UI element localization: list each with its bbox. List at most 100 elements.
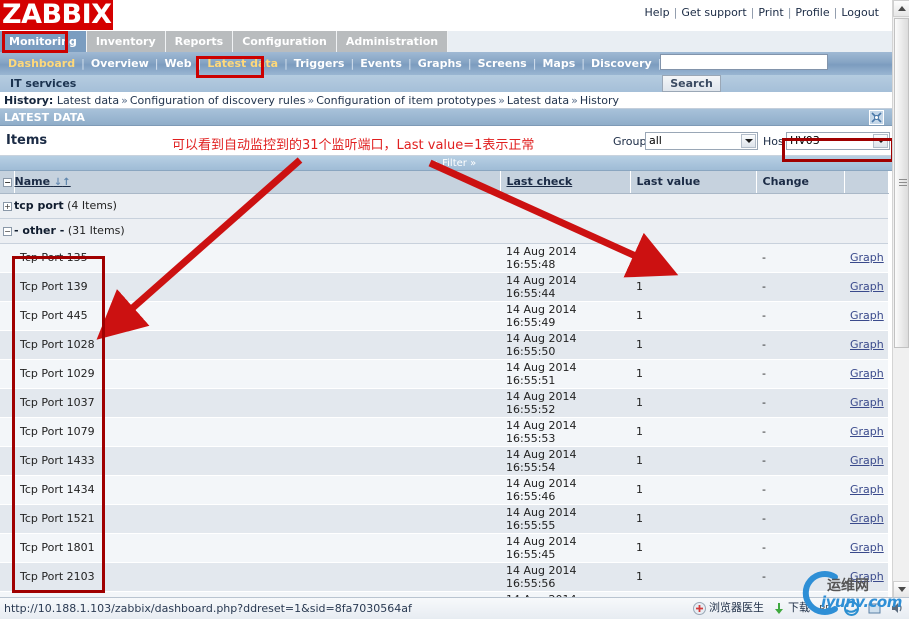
menu-tab-monitoring[interactable]: Monitoring — [0, 31, 87, 53]
row-graph-link[interactable]: Graph — [844, 330, 888, 360]
menu-tab-inventory[interactable]: Inventory — [86, 31, 166, 53]
graph-link-label: Graph — [850, 280, 884, 293]
table-row[interactable]: Tcp Port 1434 14 Aug 2014 16:55:46 1- Graph — [0, 475, 888, 505]
collapse-icon[interactable]: − — [3, 226, 12, 236]
row-graph-link[interactable]: Graph — [844, 475, 888, 505]
row-graph-link[interactable]: Graph — [844, 504, 888, 534]
submenu-item-web[interactable]: Web — [159, 57, 198, 70]
it-services-row[interactable]: IT services — [0, 75, 909, 92]
group-toggle-cell[interactable]: − — [0, 218, 14, 244]
submenu-item-maps[interactable]: Maps — [536, 57, 581, 70]
tray-item-pp[interactable]: PP — [819, 603, 835, 614]
submenu-item-events[interactable]: Events — [354, 57, 408, 70]
row-item-name[interactable]: Tcp Port 1079 — [14, 417, 500, 447]
table-row[interactable]: Tcp Port 1801 14 Aug 2014 16:55:45 1- Graph — [0, 533, 888, 563]
tray-item-browser-doctor[interactable]: 浏览器医生 — [693, 598, 764, 619]
breadcrumb-item-0[interactable]: Latest data — [57, 94, 119, 107]
submenu-item-screens[interactable]: Screens — [472, 57, 533, 70]
graph-link-label: Graph — [850, 251, 884, 264]
expand-icon[interactable]: + — [3, 201, 12, 211]
tray-item-window[interactable] — [868, 602, 882, 615]
row-item-name[interactable]: Tcp Port 1801 — [14, 533, 500, 563]
tray-item-internet-explorer[interactable] — [844, 600, 859, 616]
group-select[interactable]: all — [645, 132, 758, 150]
logout-link[interactable]: Logout — [839, 6, 881, 19]
filter-toggle[interactable]: » Filter » — [0, 156, 909, 171]
row-graph-link[interactable]: Graph — [844, 446, 888, 476]
row-item-name[interactable]: Tcp Port 2103 — [14, 562, 500, 592]
row-last-check: 14 Aug 2014 16:55:55 — [500, 504, 630, 534]
breadcrumb-item-1[interactable]: Configuration of discovery rules — [130, 94, 306, 107]
row-checkbox-cell — [0, 417, 14, 447]
search-button[interactable]: Search — [662, 75, 721, 92]
submenu-item-latest-data[interactable]: Latest data — [201, 57, 284, 70]
row-last-check: 14 Aug 2014 16:55:44 — [500, 272, 630, 302]
help-link[interactable]: Help — [643, 6, 672, 19]
table-group-row-tcp-port[interactable]: + tcp port (4 Items) — [0, 193, 888, 219]
row-item-name[interactable]: Tcp Port 1029 — [14, 359, 500, 389]
table-row[interactable]: Tcp Port 1433 14 Aug 2014 16:55:54 1- Graph — [0, 446, 888, 476]
row-graph-link[interactable]: Graph — [844, 301, 888, 331]
tray-item-download[interactable]: 下载 — [773, 598, 810, 619]
scroll-up-arrow-icon[interactable] — [893, 0, 909, 17]
row-graph-link[interactable]: Graph — [844, 243, 888, 273]
table-row[interactable]: Tcp Port 1029 14 Aug 2014 16:55:51 1- Graph — [0, 359, 888, 389]
table-row[interactable]: Tcp Port 1521 14 Aug 2014 16:55:55 1- Graph — [0, 504, 888, 534]
row-item-name[interactable]: Tcp Port 1037 — [14, 388, 500, 418]
row-graph-link[interactable]: Graph — [844, 533, 888, 563]
table-row[interactable]: Tcp Port 139 14 Aug 2014 16:55:44 1- Graph — [0, 272, 888, 302]
submenu-item-graphs[interactable]: Graphs — [412, 57, 468, 70]
sort-arrow-icon[interactable]: ↓↑ — [54, 177, 71, 188]
row-graph-link[interactable]: Graph — [844, 272, 888, 302]
fullscreen-icon[interactable] — [869, 110, 884, 125]
breadcrumb-chevron: » — [498, 94, 505, 107]
table-row[interactable]: Tcp Port 445 14 Aug 2014 16:55:49 1- Graph — [0, 301, 888, 331]
row-item-name[interactable]: Tcp Port 1521 — [14, 504, 500, 534]
row-item-name[interactable]: Tcp Port 1434 — [14, 475, 500, 505]
expand-all-header[interactable]: − — [0, 171, 15, 194]
menu-tab-configuration[interactable]: Configuration — [233, 31, 337, 53]
submenu-item-triggers[interactable]: Triggers — [288, 57, 351, 70]
breadcrumb-item-3[interactable]: Latest data — [507, 94, 569, 107]
row-item-name[interactable]: Tcp Port 1433 — [14, 446, 500, 476]
menu-tab-administration[interactable]: Administration — [336, 31, 449, 53]
print-link[interactable]: Print — [756, 6, 785, 19]
get-support-link[interactable]: Get support — [679, 6, 748, 19]
submenu-item-discovery[interactable]: Discovery — [585, 57, 658, 70]
column-header-last-check[interactable]: Last check — [500, 171, 631, 194]
row-item-name[interactable]: Tcp Port 139 — [14, 272, 500, 302]
table-group-row-other[interactable]: − - other - (31 Items) — [0, 218, 888, 244]
breadcrumb-item-2[interactable]: Configuration of item prototypes — [316, 94, 496, 107]
row-graph-link[interactable]: Graph — [844, 359, 888, 389]
row-last-check: 14 Aug 2014 16:55:53 — [500, 417, 630, 447]
row-graph-link[interactable]: Graph — [844, 417, 888, 447]
group-toggle-cell[interactable]: + — [0, 193, 14, 219]
table-row[interactable]: Tcp Port 2103 14 Aug 2014 16:55:56 1- Graph — [0, 562, 888, 592]
search-input[interactable] — [660, 54, 828, 70]
collapse-icon[interactable]: − — [3, 177, 12, 187]
table-row[interactable]: Tcp Port 1037 14 Aug 2014 16:55:52 1- Graph — [0, 388, 888, 418]
graph-link-label: Graph — [850, 570, 884, 583]
chevron-down-icon[interactable] — [741, 134, 756, 148]
row-item-name[interactable]: Tcp Port 135 — [14, 243, 500, 273]
chevron-down-icon[interactable] — [873, 134, 888, 148]
menu-tab-reports[interactable]: Reports — [165, 31, 234, 53]
column-header-name[interactable]: Name ↓↑ — [14, 171, 501, 194]
submenu-item-overview[interactable]: Overview — [85, 57, 155, 70]
submenu-item-dashboard[interactable]: Dashboard — [2, 57, 81, 70]
scroll-down-arrow-icon[interactable] — [893, 581, 909, 598]
tray-item-volume[interactable] — [891, 602, 905, 614]
row-graph-link[interactable]: Graph — [844, 388, 888, 418]
host-select[interactable]: HV03 — [786, 132, 890, 150]
row-item-name[interactable]: Tcp Port 445 — [14, 301, 500, 331]
group-count: (4 Items) — [67, 199, 117, 212]
row-item-name[interactable]: Tcp Port 1028 — [14, 330, 500, 360]
breadcrumb-item-4[interactable]: History — [580, 94, 619, 107]
vertical-scrollbar[interactable] — [892, 0, 909, 598]
scrollbar-thumb[interactable] — [894, 18, 909, 348]
table-row[interactable]: Tcp Port 1028 14 Aug 2014 16:55:50 1- Graph — [0, 330, 888, 360]
table-row[interactable]: Tcp Port 1079 14 Aug 2014 16:55:53 1- Graph — [0, 417, 888, 447]
table-row[interactable]: Tcp Port 135 14 Aug 2014 16:55:48 1- Graph — [0, 243, 888, 273]
row-graph-link[interactable]: Graph — [844, 562, 888, 592]
profile-link[interactable]: Profile — [793, 6, 831, 19]
